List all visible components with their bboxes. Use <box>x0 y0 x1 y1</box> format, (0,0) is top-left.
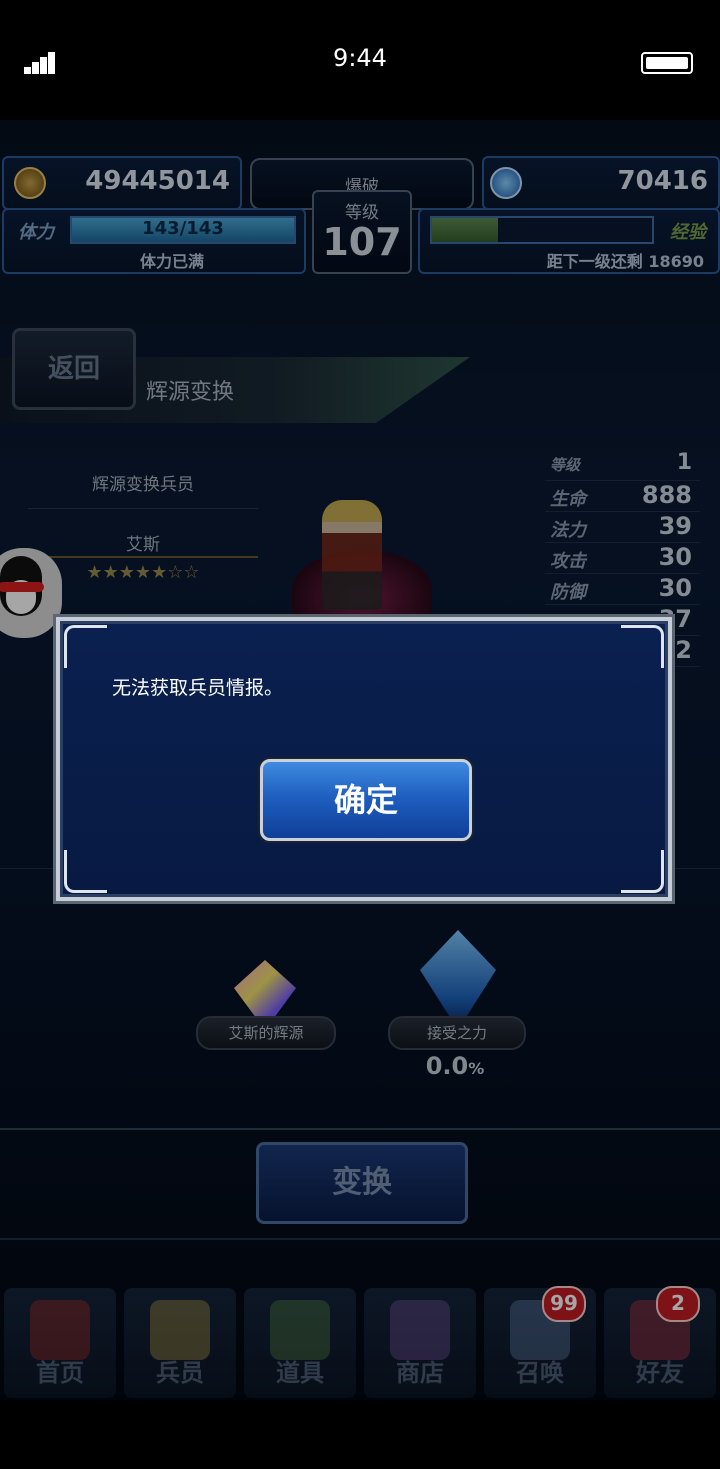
alert-dialog: 无法获取兵员情报。 确定 <box>56 617 672 901</box>
status-time: 9:44 <box>333 44 387 72</box>
corner-ornament <box>64 850 107 893</box>
bottom-bar <box>0 1400 720 1469</box>
game-screen: 49445014 70416 爆破 等级 107 体力 143/143 体力已满… <box>0 120 720 1400</box>
corner-ornament <box>621 625 664 668</box>
status-bar: 9:44 <box>0 0 720 120</box>
dialog-message: 无法获取兵员情报。 <box>112 677 284 699</box>
corner-ornament <box>64 625 107 668</box>
corner-ornament <box>621 850 664 893</box>
battery-icon <box>641 52 693 74</box>
ok-button[interactable]: 确定 <box>260 759 472 841</box>
